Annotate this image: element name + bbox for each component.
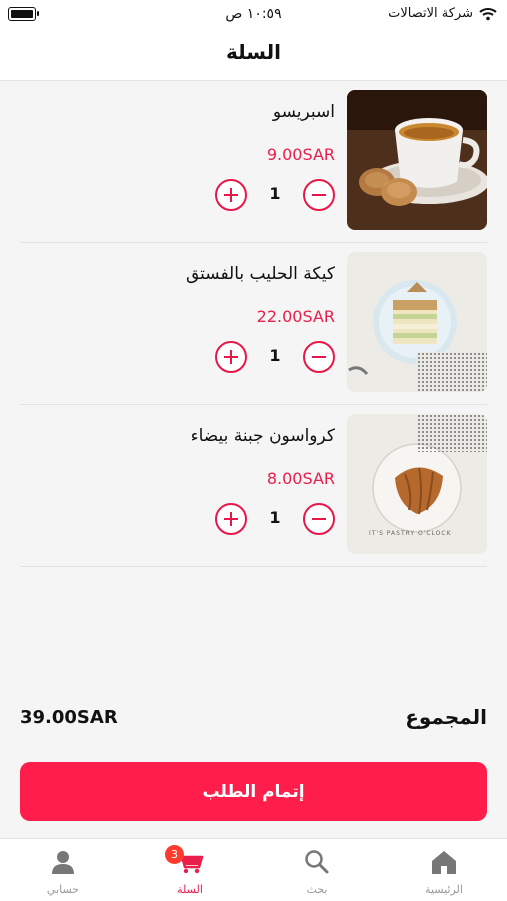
decrease-quantity-button[interactable] <box>303 503 335 535</box>
checkout-button[interactable]: إتمام الطلب <box>20 762 487 821</box>
tab-label: الرئيسية <box>425 883 463 896</box>
quantity-value: 1 <box>269 346 281 365</box>
quantity-stepper: 1 <box>215 502 335 536</box>
decrease-quantity-button[interactable] <box>303 179 335 211</box>
wifi-icon <box>479 7 497 20</box>
increase-quantity-button[interactable] <box>215 341 247 373</box>
tab-bar: حسابي 3 السلة بحث الرئيسية <box>0 838 507 901</box>
item-price: 9.00SAR <box>266 145 335 164</box>
tab-label: السلة <box>177 883 203 896</box>
decrease-quantity-button[interactable] <box>303 341 335 373</box>
home-icon <box>432 851 456 874</box>
croissant-image: IT'S PASTRY O'CLOCK <box>347 414 487 554</box>
increase-quantity-button[interactable] <box>215 503 247 535</box>
total-row: المجموع 39.00SAR <box>20 705 487 737</box>
search-icon <box>305 850 329 874</box>
cart-count-badge: 3 <box>165 845 184 864</box>
item-name: كرواسون جبنة بيضاء <box>190 426 335 446</box>
total-value: 39.00SAR <box>20 707 118 728</box>
tab-label: حسابي <box>46 883 80 896</box>
pistachio-cake-image <box>347 252 487 392</box>
increase-quantity-button[interactable] <box>215 179 247 211</box>
cart-item: كيكة الحليب بالفستق 22.00SAR 1 <box>20 242 487 405</box>
tab-home[interactable]: الرئيسية <box>381 839 507 901</box>
dot-pattern-decoration <box>417 414 487 452</box>
pastry-brand-text: IT'S PASTRY O'CLOCK <box>369 530 452 537</box>
tab-profile[interactable]: حسابي <box>0 839 126 901</box>
status-bar: ١٠:٥٩ ص شركة الاتصالات <box>0 0 507 30</box>
tab-label: بحث <box>306 883 328 896</box>
tab-cart[interactable]: 3 السلة <box>127 839 253 901</box>
status-carrier-group: شركة الاتصالات <box>388 6 497 21</box>
cart-item: IT'S PASTRY O'CLOCK كرواسون جبنة بيضاء 8… <box>20 404 487 567</box>
quantity-value: 1 <box>269 184 281 203</box>
item-price: 22.00SAR <box>256 307 335 326</box>
page-header: السلة <box>0 30 507 81</box>
quantity-stepper: 1 <box>215 340 335 374</box>
tab-search[interactable]: بحث <box>254 839 380 901</box>
item-name: اسبريسو <box>272 102 335 122</box>
item-price: 8.00SAR <box>266 469 335 488</box>
profile-icon <box>52 851 74 874</box>
dot-pattern-decoration <box>417 352 487 392</box>
quantity-value: 1 <box>269 508 281 527</box>
page-title: السلة <box>225 40 281 64</box>
cart-item: اسبريسو 9.00SAR 1 <box>20 80 487 243</box>
total-label: المجموع <box>405 705 487 729</box>
carrier-name: شركة الاتصالات <box>388 6 473 21</box>
espresso-image <box>347 90 487 230</box>
quantity-stepper: 1 <box>215 178 335 212</box>
item-name: كيكة الحليب بالفستق <box>185 264 335 284</box>
